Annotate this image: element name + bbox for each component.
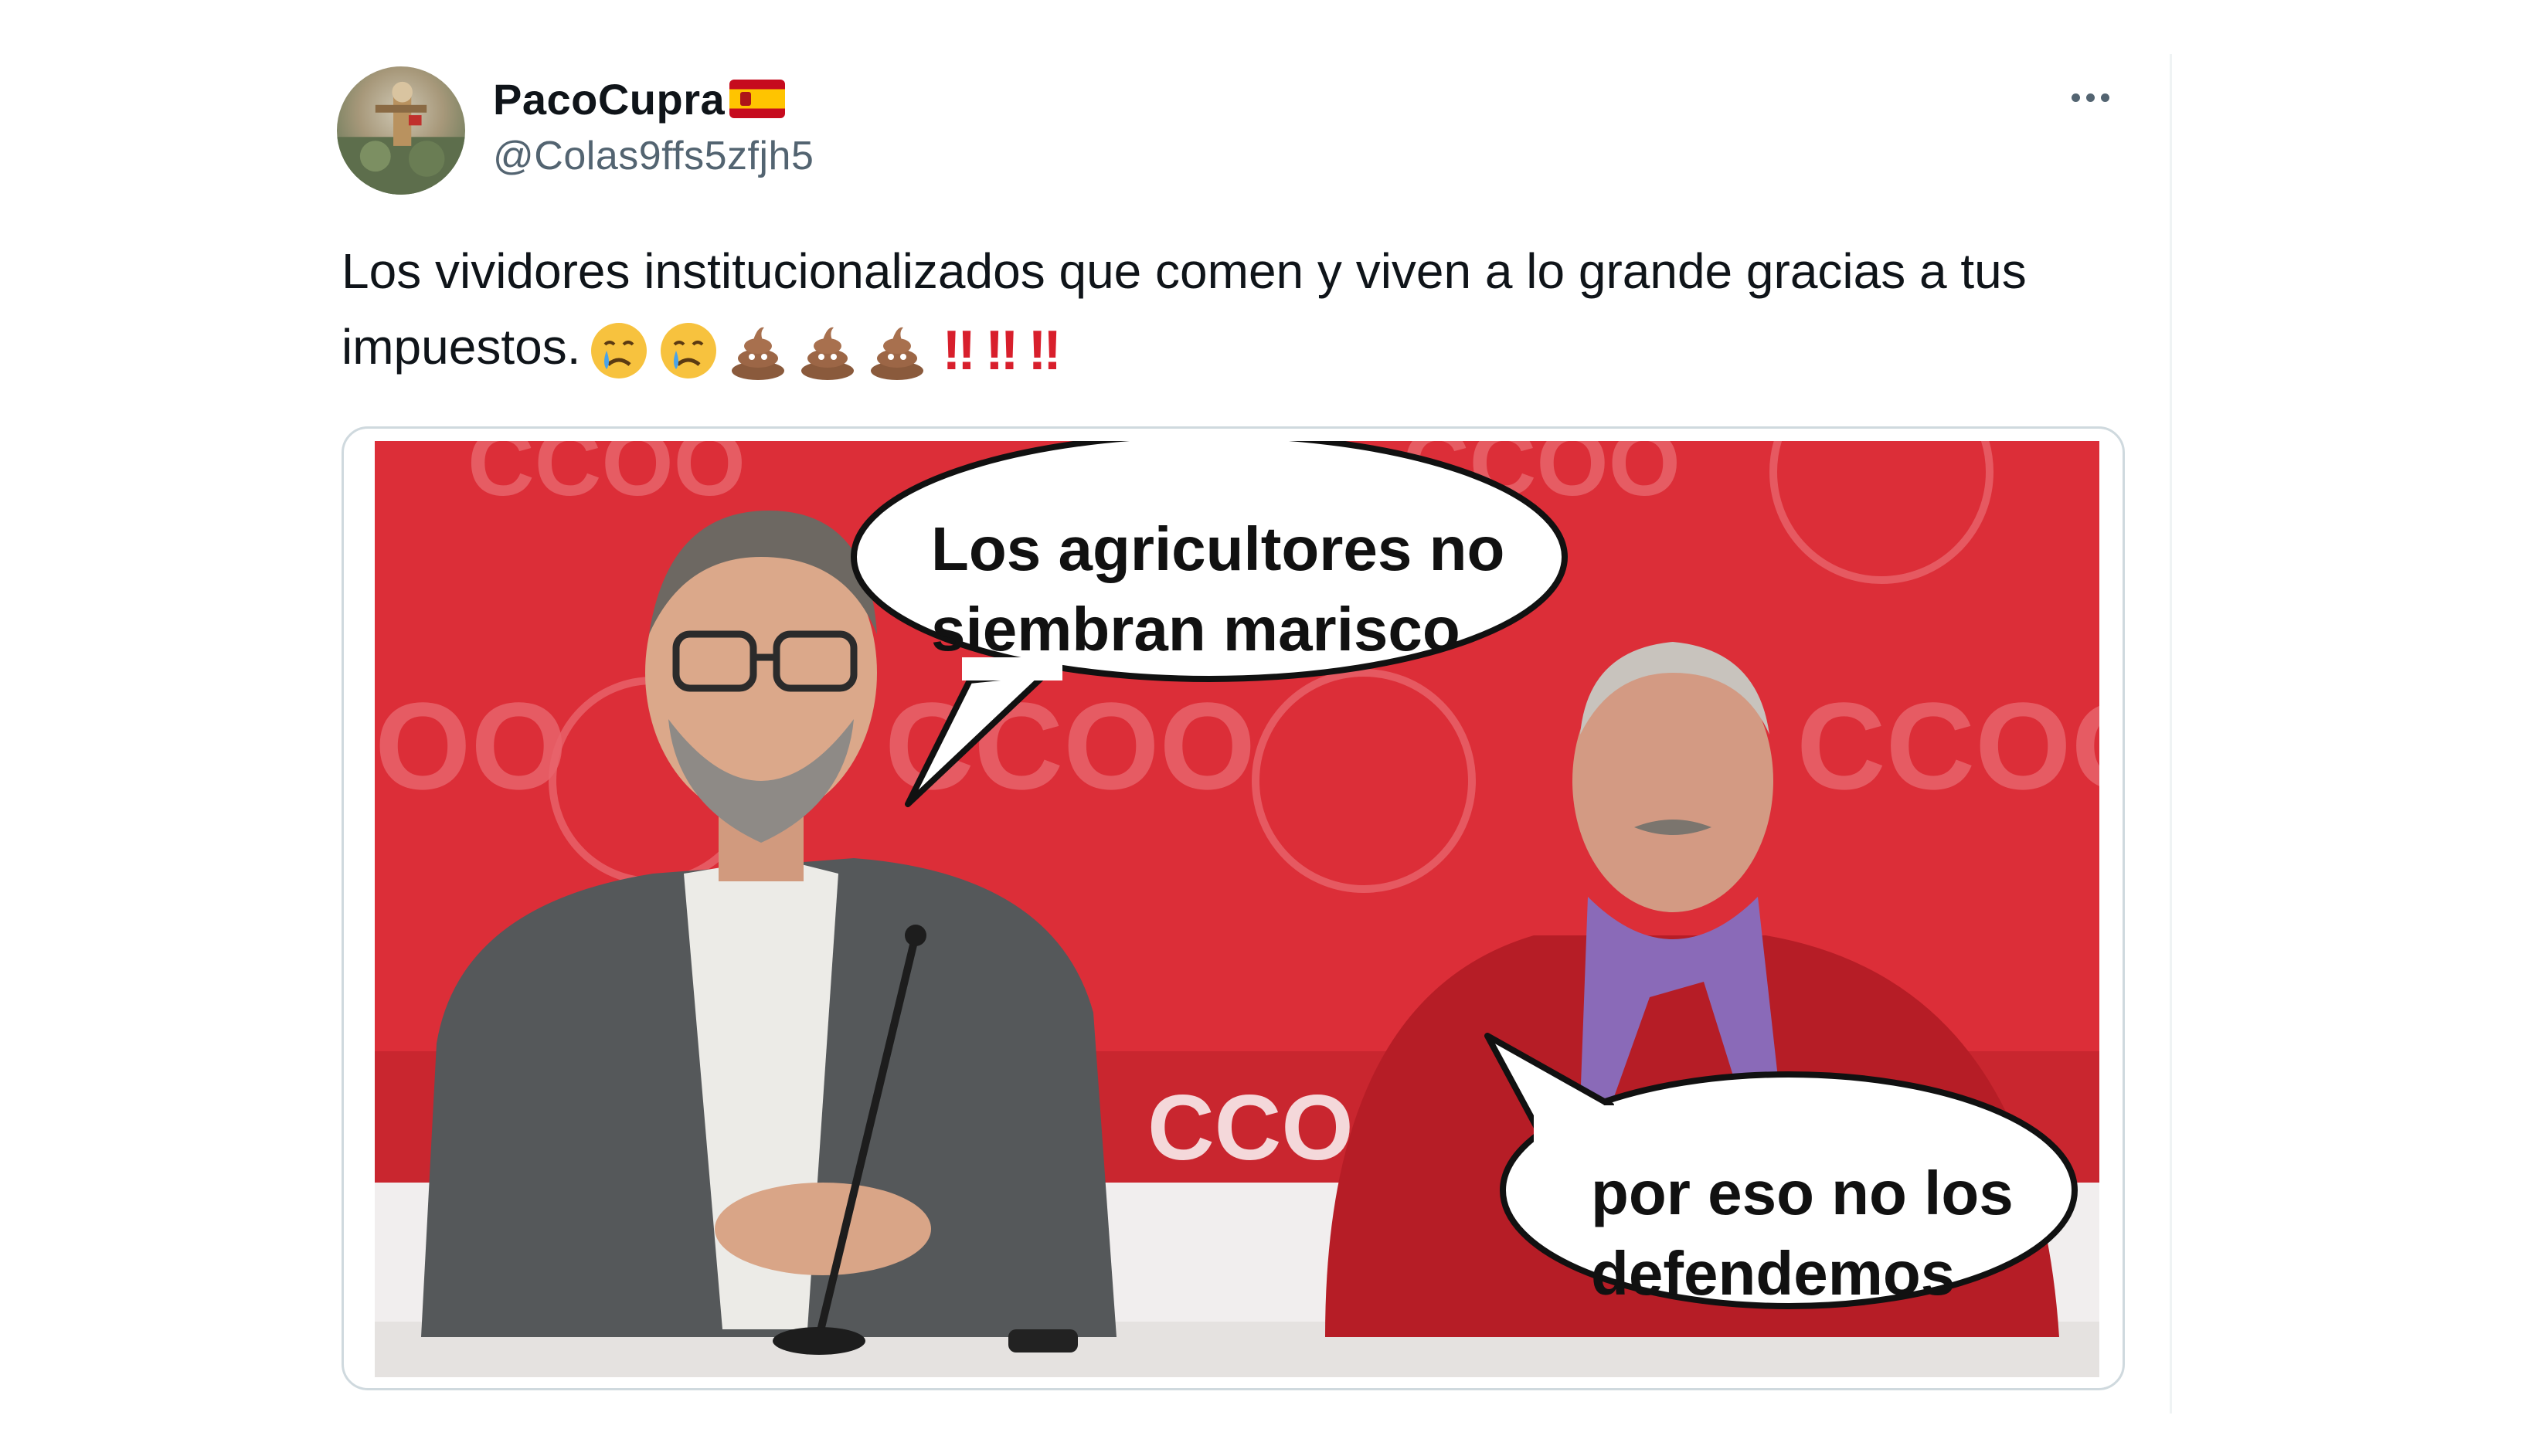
speech-bubble-top: Los agricultores no siembran marisco xyxy=(931,514,1505,664)
double-exclamation-icon: ‼ xyxy=(1028,320,1061,382)
speech-bubble-bottom: por eso no los defendemos xyxy=(1591,1159,2014,1308)
pile-of-poo-icon xyxy=(801,327,855,381)
pile-of-poo-icon xyxy=(871,327,924,381)
tweet[interactable]: PacoCupra @Colas9ffs5zfjh5 Los vividores… xyxy=(0,0,2170,1456)
timeline-divider xyxy=(2170,54,2172,1414)
crying-face-icon xyxy=(661,323,717,379)
double-exclamation-icon: ‼ xyxy=(984,320,1018,382)
avatar[interactable] xyxy=(337,66,465,195)
emoji-row: ‼ ‼ ‼ xyxy=(588,313,1062,389)
crying-face-icon xyxy=(591,323,647,379)
pile-of-poo-icon xyxy=(732,327,785,381)
tweet-text: Los vividores institucionalizados que co… xyxy=(342,233,2165,389)
svg-text:OO: OO xyxy=(375,677,567,815)
spain-flag-icon xyxy=(729,80,786,118)
meme-image: CCOO CCOO OO CCOO CCOO CCO xyxy=(375,441,2099,1377)
user-handle[interactable]: @Colas9ffs5zfjh5 xyxy=(493,133,814,179)
dot-icon xyxy=(2071,93,2080,102)
svg-text:CCOO: CCOO xyxy=(1796,677,2099,815)
dot-icon xyxy=(2085,93,2095,102)
dot-icon xyxy=(2100,93,2109,102)
tweet-image[interactable]: CCOO CCOO OO CCOO CCOO CCO xyxy=(342,426,2125,1390)
display-name[interactable]: PacoCupra xyxy=(493,74,725,124)
double-exclamation-icon: ‼ xyxy=(942,320,975,382)
author-row: PacoCupra xyxy=(493,71,786,127)
svg-text:CCOO: CCOO xyxy=(467,441,746,515)
more-options-button[interactable] xyxy=(2055,74,2125,120)
svg-text:CCO: CCO xyxy=(1147,1076,1354,1179)
